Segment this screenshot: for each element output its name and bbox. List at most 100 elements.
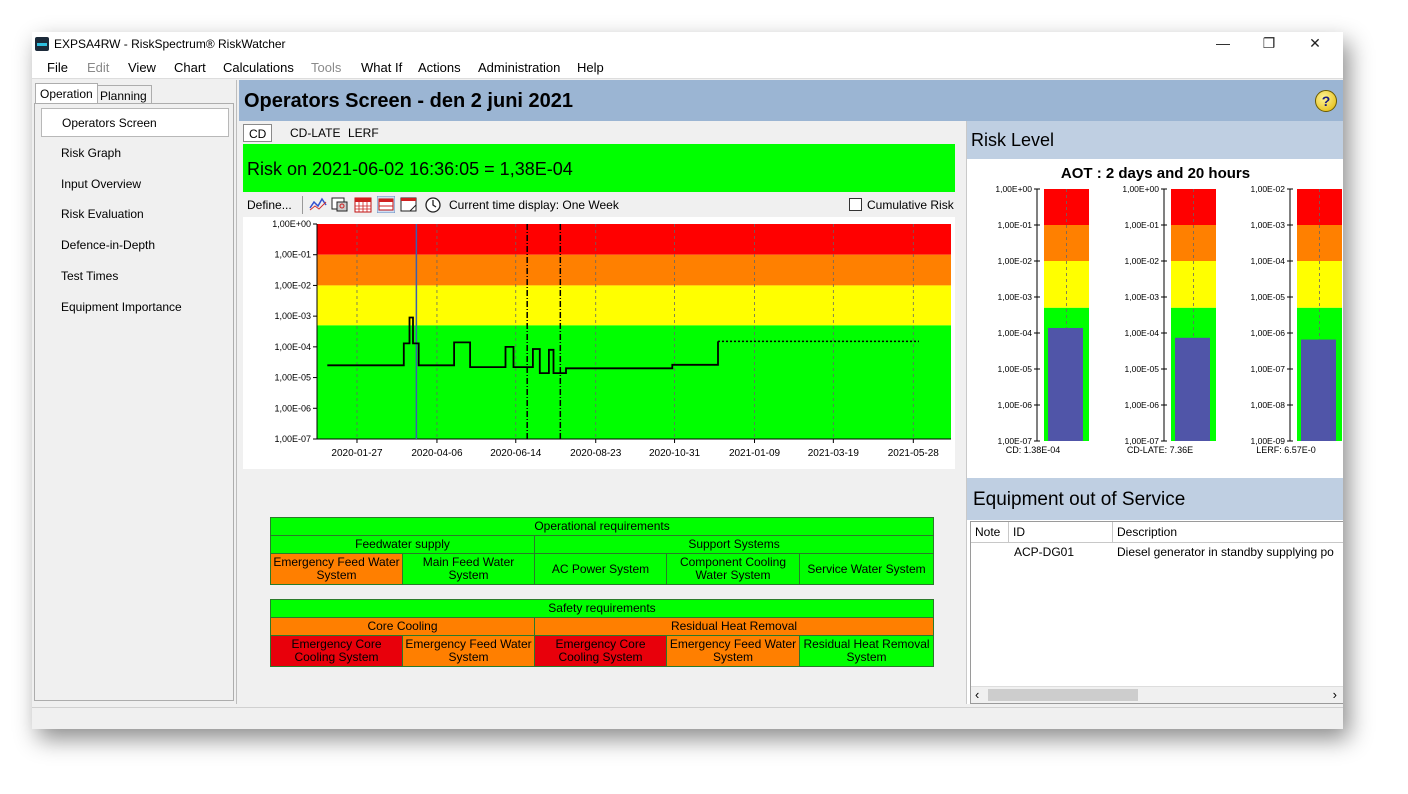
gauge-tick-label: 1,00E-01: [998, 220, 1033, 230]
system-cell[interactable]: Emergency Feed Water System: [270, 553, 403, 585]
gauge-tick-label: 1,00E-07: [1251, 364, 1286, 374]
chart-tab-lerf[interactable]: LERF: [343, 124, 384, 142]
gauge-bar: [1301, 339, 1336, 441]
calendar-icon[interactable]: [354, 196, 372, 213]
scroll-right-icon[interactable]: ›: [1333, 687, 1337, 702]
tab-planning[interactable]: Planning: [95, 85, 152, 105]
menu-edit[interactable]: Edit: [87, 60, 109, 75]
main-panel: Operators Screen - den 2 juni 2021 ? CD …: [239, 80, 1343, 704]
menu-file[interactable]: File: [47, 60, 68, 75]
x-tick-label: 2020-10-31: [649, 448, 701, 459]
column-note[interactable]: Note: [971, 522, 1009, 543]
nav-item-risk-graph[interactable]: Risk Graph: [41, 139, 229, 168]
cumulative-risk-label: Cumulative Risk: [867, 198, 954, 212]
gauge-tick-label: 1,00E-03: [998, 292, 1033, 302]
menu-administration[interactable]: Administration: [478, 60, 560, 75]
x-tick-label: 2020-06-14: [490, 448, 542, 459]
zoom-icon[interactable]: [331, 196, 349, 213]
calendar-week-icon[interactable]: [377, 196, 395, 213]
help-icon[interactable]: ?: [1315, 90, 1337, 112]
gauge-tick-label: 1,00E-05: [998, 364, 1033, 374]
column-description[interactable]: Description: [1113, 522, 1343, 543]
group-support-systems[interactable]: Support Systems: [533, 535, 935, 554]
nav-item-test-times[interactable]: Test Times: [41, 262, 229, 291]
horizontal-scrollbar[interactable]: ‹ ›: [971, 686, 1343, 703]
gauge-label: CD-LATE: 7,36E: [1127, 445, 1193, 453]
chart-tab-cd-late[interactable]: CD-LATE: [285, 124, 345, 142]
app-icon: [35, 37, 49, 51]
risk-level-gauges: 1,00E+00 1,00E-01 1,00E-02 1,00E-03 1,00E-04…: [995, 184, 1342, 453]
y-tick-label: 1,00E-05: [274, 373, 311, 383]
gauge-label: CD: 1,38E-04: [1006, 445, 1061, 453]
page-title: Operators Screen - den 2 juni 2021: [244, 90, 574, 112]
nav-item-defence-in-depth[interactable]: Defence-in-Depth: [41, 231, 229, 260]
group-core-cooling[interactable]: Core Cooling: [270, 617, 535, 636]
gauge-tick-label: 1,00E-02: [1125, 256, 1160, 266]
system-cell[interactable]: Emergency Core Cooling System: [534, 635, 667, 667]
group-residual-heat-removal[interactable]: Residual Heat Removal: [534, 617, 934, 636]
column-id[interactable]: ID: [1009, 522, 1113, 543]
x-tick-label: 2020-04-06: [411, 448, 463, 459]
define-button[interactable]: Define...: [247, 198, 292, 212]
chart-tab-cd[interactable]: CD: [243, 124, 273, 142]
line-chart-icon[interactable]: [309, 196, 327, 213]
risk-level-header: Risk Level: [967, 121, 1343, 159]
window-icon[interactable]: [400, 196, 418, 213]
minimize-button[interactable]: —: [1200, 32, 1246, 56]
tab-operation[interactable]: Operation: [35, 83, 98, 103]
system-cell[interactable]: Residual Heat Removal System: [799, 635, 934, 667]
menu-calculations[interactable]: Calculations: [223, 60, 294, 75]
scrollbar-thumb[interactable]: [988, 689, 1138, 701]
maximize-button[interactable]: ❐: [1246, 32, 1292, 56]
nav-item-equipment-importance[interactable]: Equipment Importance: [41, 293, 229, 322]
menu-view[interactable]: View: [128, 60, 156, 75]
system-cell[interactable]: Main Feed Water System: [402, 553, 535, 585]
cumulative-risk-checkbox[interactable]: [849, 198, 862, 211]
system-cell[interactable]: Emergency Core Cooling System: [270, 635, 403, 667]
operational-requirements-title: Operational requirements: [269, 517, 935, 536]
group-feedwater-supply[interactable]: Feedwater supply: [270, 535, 535, 554]
y-tick-label: 1,00E-04: [274, 342, 311, 352]
nav-item-operators-screen[interactable]: Operators Screen: [41, 108, 229, 137]
risk-chart: 2020-01-27 2020-04-06 2020-06-14 2020-08-23…: [243, 217, 955, 469]
gauge-tick-label: 1,00E-02: [1251, 184, 1286, 194]
close-button[interactable]: ✕: [1292, 32, 1338, 56]
system-cell[interactable]: Component Cooling Water System: [666, 553, 800, 585]
clock-icon[interactable]: [424, 196, 442, 213]
menu-actions[interactable]: Actions: [418, 60, 461, 75]
risk-level-title: Risk Level: [971, 130, 1055, 150]
menu-help[interactable]: Help: [577, 60, 604, 75]
gauge-tick-label: 1,00E-04: [1125, 328, 1160, 338]
application-window: EXPSA4RW - RiskSpectrum® RiskWatcher — ❐…: [32, 32, 1343, 729]
system-cell[interactable]: AC Power System: [534, 553, 667, 585]
x-tick-label: 2021-03-19: [808, 448, 860, 459]
toolbar-separator: [302, 196, 303, 214]
gauge-tick-label: 1,00E-06: [998, 400, 1033, 410]
current-time-display[interactable]: Current time display: One Week: [449, 198, 619, 212]
gauge-tick-label: 1,00E-01: [1125, 220, 1160, 230]
gauge-tick-label: 1,00E-02: [998, 256, 1033, 266]
x-tick-label: 2020-08-23: [570, 448, 622, 459]
gauge-tick-label: 1,00E-08: [1251, 400, 1286, 410]
system-cell[interactable]: Emergency Feed Water System: [666, 635, 800, 667]
gauge-tick-label: 1,00E-06: [1125, 400, 1160, 410]
menu-chart[interactable]: Chart: [174, 60, 206, 75]
gauge-bar: [1175, 337, 1210, 441]
gauge-tick-label: 1,00E-03: [1125, 292, 1160, 302]
risk-banner: Risk on 2021-06-02 16:36:05 = 1,38E-04: [243, 144, 955, 192]
cell-description: Diesel generator in standby supplying po: [1117, 545, 1334, 559]
chart-toolbar: Define... Current time display: One Week…: [243, 193, 955, 217]
y-tick-label: 1,00E-03: [274, 311, 311, 321]
system-cell[interactable]: Emergency Feed Water System: [402, 635, 535, 667]
title-bar: EXPSA4RW - RiskSpectrum® RiskWatcher — ❐…: [32, 32, 1343, 56]
nav-item-risk-evaluation[interactable]: Risk Evaluation: [41, 200, 229, 229]
nav-item-input-overview[interactable]: Input Overview: [41, 170, 229, 199]
gauge-tick-label: 1,00E-04: [1251, 256, 1286, 266]
menu-tools[interactable]: Tools: [311, 60, 341, 75]
scroll-left-icon[interactable]: ‹: [975, 687, 979, 702]
gauge-tick-label: 1,00E-05: [1251, 292, 1286, 302]
menu-what-if[interactable]: What If: [361, 60, 402, 75]
y-tick-label: 1,00E-02: [274, 280, 311, 290]
equipment-list: Note ID Description ACP-DG01 Diesel gene…: [970, 521, 1343, 704]
system-cell[interactable]: Service Water System: [798, 553, 935, 585]
